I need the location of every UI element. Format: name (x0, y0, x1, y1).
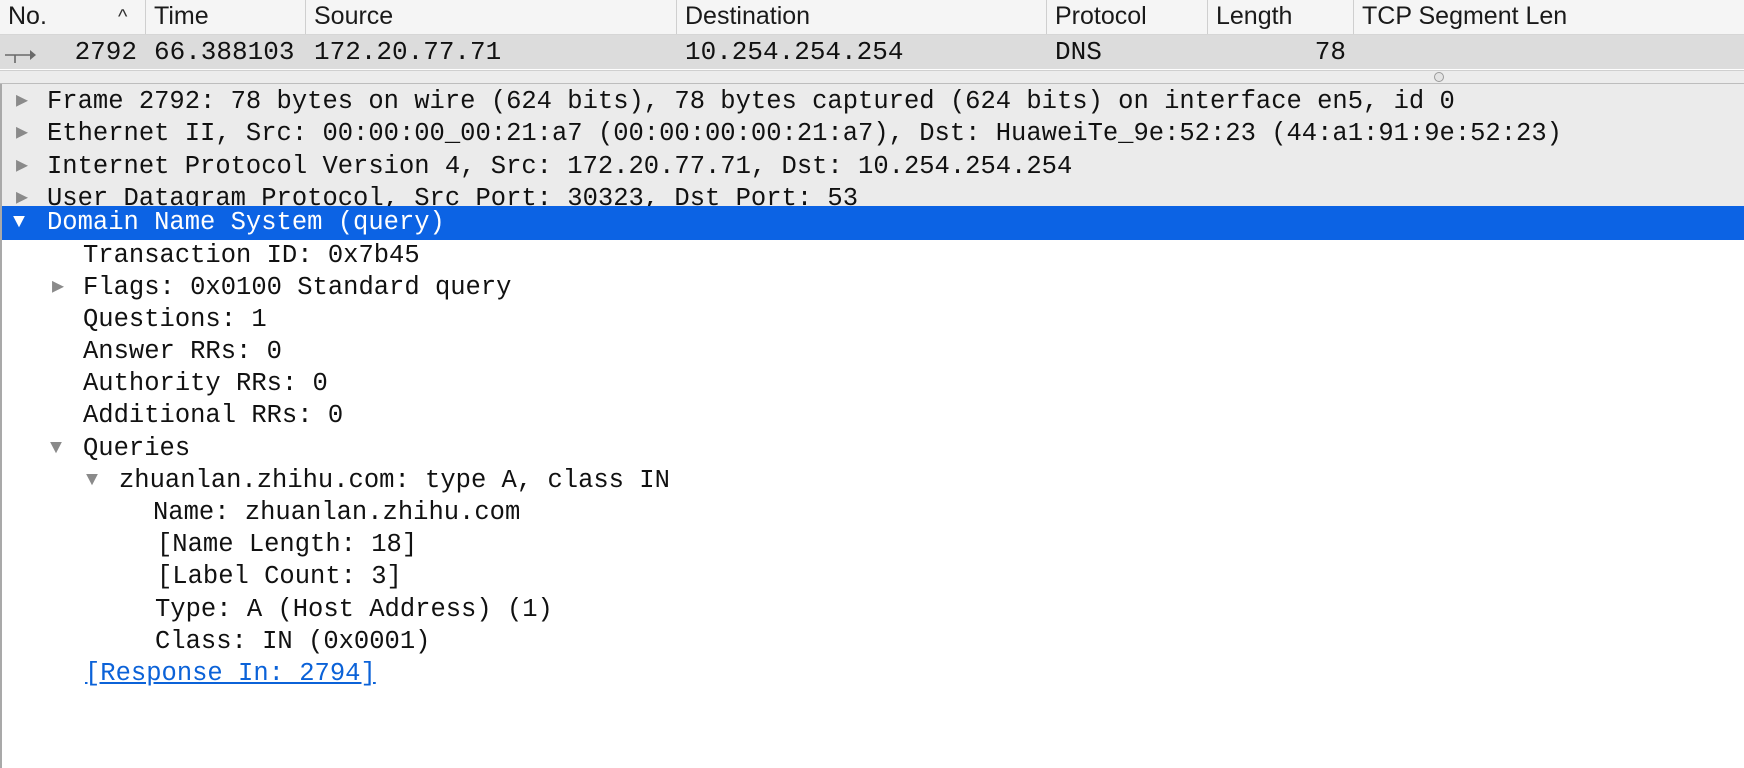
tree-row-name[interactable]: Name: zhuanlan.zhihu.com (2, 495, 1744, 531)
tree-row-name-length[interactable]: [Name Length: 18] (2, 527, 1744, 563)
packet-destination: 10.254.254.254 (685, 37, 904, 67)
column-header-destination[interactable]: Destination (676, 0, 1046, 34)
column-label-tcp-segment-len: TCP Segment Len (1362, 2, 1568, 30)
packet-time: 66.388103 (154, 37, 295, 67)
tree-row-label: Name: zhuanlan.zhihu.com (153, 498, 521, 527)
column-label-length: Length (1216, 2, 1293, 30)
tree-row-label: Class: IN (0x0001) (155, 627, 431, 656)
sort-ascending-icon[interactable]: ^ (118, 1, 127, 33)
tree-row-label: Internet Protocol Version 4, Src: 172.20… (47, 152, 1073, 181)
packet-protocol: DNS (1055, 37, 1102, 67)
tree-row-label: Flags: 0x0100 Standard query (83, 273, 512, 302)
tree-row-label: Ethernet II, Src: 00:00:00_00:21:a7 (00:… (47, 119, 1562, 148)
collapse-triangle-icon[interactable]: ▼ (13, 206, 25, 240)
packet-length: 78 (1314, 37, 1346, 67)
column-header-tcp-segment-len[interactable]: TCP Segment Len (1353, 0, 1744, 34)
tree-row-authority-rrs[interactable]: Authority RRs: 0 (2, 366, 1744, 402)
tree-row-label: zhuanlan.zhihu.com: type A, class IN (119, 466, 670, 495)
tree-row-ethernet[interactable]: ▶ Ethernet II, Src: 00:00:00_00:21:a7 (0… (2, 116, 1744, 152)
column-label-time: Time (154, 2, 209, 30)
tree-row-label: Additional RRs: 0 (83, 401, 344, 430)
tree-row-label: Authority RRs: 0 (83, 369, 328, 398)
splitter-grip-icon[interactable] (1434, 72, 1444, 82)
collapse-triangle-icon[interactable]: ▼ (50, 431, 62, 467)
tree-row-class[interactable]: Class: IN (0x0001) (2, 624, 1744, 660)
packet-details-tree: ▶ Frame 2792: 78 bytes on wire (624 bits… (0, 84, 1744, 768)
collapse-triangle-icon[interactable]: ▼ (86, 463, 98, 499)
tree-row-additional-rrs[interactable]: Additional RRs: 0 (2, 398, 1744, 434)
tree-row-query-entry[interactable]: ▼ zhuanlan.zhihu.com: type A, class IN (2, 463, 1744, 499)
response-in-link[interactable]: [Response In: 2794] (85, 656, 376, 692)
expand-triangle-icon[interactable]: ▶ (16, 84, 28, 120)
tree-row-frame[interactable]: ▶ Frame 2792: 78 bytes on wire (624 bits… (2, 84, 1744, 120)
column-header-time[interactable]: Time (145, 0, 305, 34)
expand-triangle-icon[interactable]: ▶ (16, 116, 28, 152)
column-label-no: No. (8, 2, 47, 30)
packet-list-header: No. ^ Time Source Destination Protocol L… (0, 0, 1744, 35)
tree-row-queries[interactable]: ▼ Queries (2, 431, 1744, 467)
column-header-length[interactable]: Length (1207, 0, 1353, 34)
request-arrow-icon (5, 50, 36, 63)
tree-row-label: Domain Name System (query) (47, 208, 445, 237)
packet-list-pane: No. ^ Time Source Destination Protocol L… (0, 0, 1744, 78)
tree-row-flags[interactable]: ▶ Flags: 0x0100 Standard query (2, 270, 1744, 306)
packet-no: 2792 (74, 37, 137, 67)
tree-row-label: Frame 2792: 78 bytes on wire (624 bits),… (47, 87, 1455, 116)
tree-row-label: [Name Length: 18] (157, 530, 418, 559)
tree-row-answer-rrs[interactable]: Answer RRs: 0 (2, 334, 1744, 370)
expand-triangle-icon[interactable]: ▶ (16, 149, 28, 185)
tree-row-response-in[interactable]: [Response In: 2794] (2, 656, 1744, 692)
tree-row-label: Type: A (Host Address) (1) (155, 595, 553, 624)
tree-row-type[interactable]: Type: A (Host Address) (1) (2, 592, 1744, 628)
tree-row-transaction-id[interactable]: Transaction ID: 0x7b45 (2, 238, 1744, 274)
tree-row-label-count[interactable]: [Label Count: 3] (2, 559, 1744, 595)
tree-row-label: Questions: 1 (83, 305, 267, 334)
packet-source: 172.20.77.71 (314, 37, 502, 67)
expand-triangle-icon[interactable]: ▶ (52, 270, 64, 306)
tree-row-label: Queries (83, 434, 191, 463)
column-label-destination: Destination (685, 2, 811, 30)
column-label-protocol: Protocol (1055, 2, 1147, 30)
tree-row-questions[interactable]: Questions: 1 (2, 302, 1744, 338)
column-header-protocol[interactable]: Protocol (1046, 0, 1207, 34)
column-header-source[interactable]: Source (305, 0, 676, 34)
tree-row-ipv4[interactable]: ▶ Internet Protocol Version 4, Src: 172.… (2, 149, 1744, 185)
column-header-no[interactable]: No. ^ (0, 0, 145, 34)
column-label-source: Source (314, 2, 394, 30)
tree-row-dns[interactable]: ▼ Domain Name System (query) (2, 206, 1744, 240)
tree-row-label: Answer RRs: 0 (83, 337, 282, 366)
tree-row-label: Transaction ID: 0x7b45 (83, 241, 420, 270)
pane-splitter[interactable] (0, 70, 1744, 84)
tree-row-label: [Label Count: 3] (157, 562, 402, 591)
packet-row[interactable]: 2792 66.388103 172.20.77.71 10.254.254.2… (0, 35, 1744, 69)
